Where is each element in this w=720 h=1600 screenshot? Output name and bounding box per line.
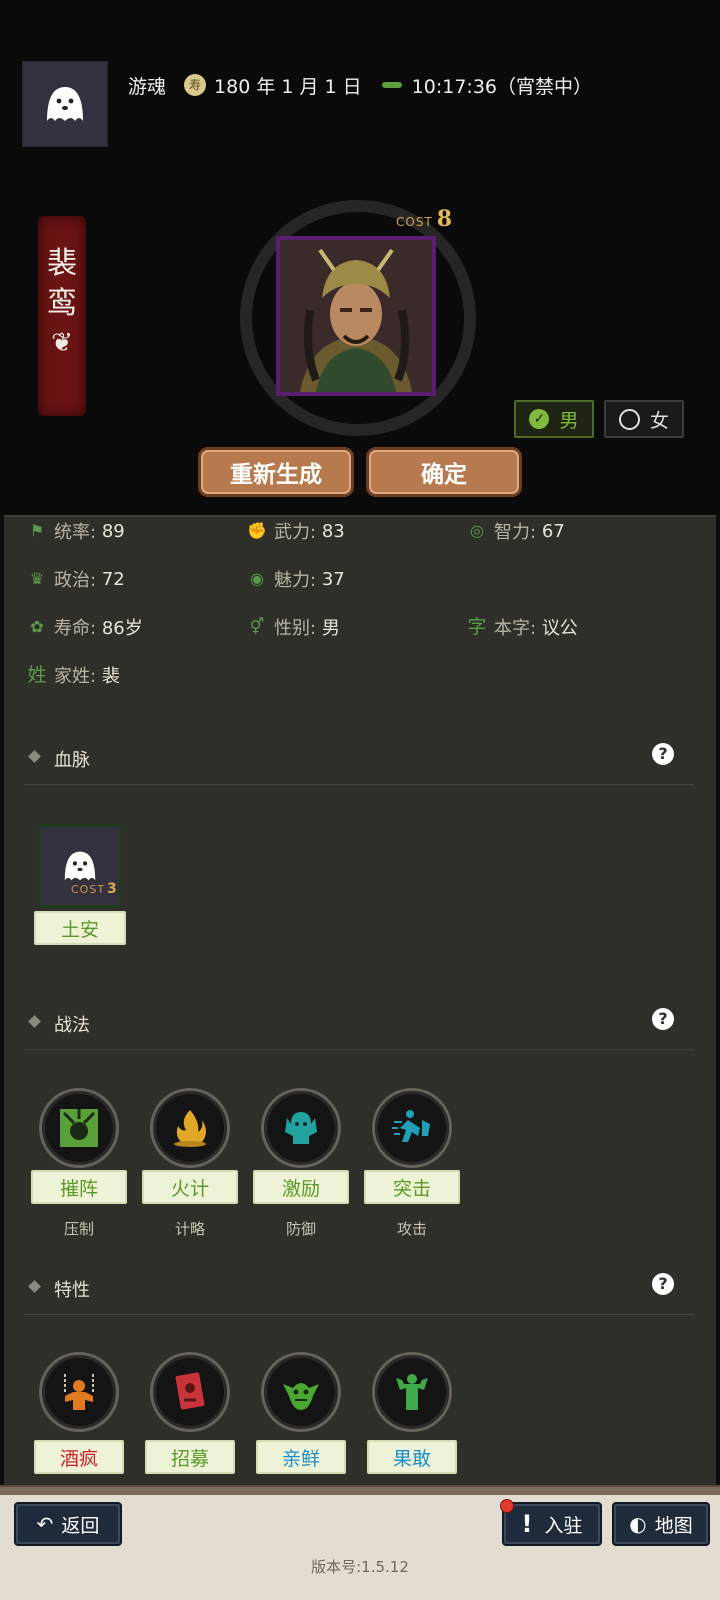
section-tactics: 战法 ? [24,999,694,1050]
ghost-avatar-icon [47,87,83,121]
notification-dot [500,1499,514,1513]
trait-icon-qinxian[interactable] [261,1352,341,1432]
tactic-type-tuji: 攻击 [396,1220,427,1238]
gender-male-button[interactable]: ✓ 男 [514,400,594,438]
stat-benzi: 字 本字: 议公 [467,616,578,639]
flag-icon: ⚑ [29,521,45,540]
map-button[interactable]: ◐ 地图 [612,1502,710,1546]
help-icon[interactable]: ? [652,1273,674,1295]
confirm-button[interactable]: 确定 [366,447,522,497]
stat-jiaxing: 姓 家姓: 裴 [27,664,120,687]
diamond-icon [28,750,41,763]
section-traits-title: 特性 [54,1280,90,1301]
header-info: 游魂 寿 180 年 1 月 1 日 10:17:36（宵禁中） [128,70,592,100]
map-icon: ◐ [629,1512,647,1536]
seal-icon: 寿 [184,74,207,96]
back-button[interactable]: ↶ 返回 [14,1502,122,1546]
section-bloodline-title: 血脉 [54,750,90,771]
strongman-icon [396,1374,428,1410]
tactic-icon-huoji[interactable] [150,1088,230,1168]
gender-female-button[interactable]: 女 [604,400,684,438]
trait-tag-qinxian[interactable]: 亲鲜 [256,1440,346,1474]
tactic-tag-jili[interactable]: 激励 [253,1170,349,1204]
name-char-2: 鸾 [47,286,77,321]
chained-prisoner-icon [64,1374,94,1410]
trait-tag-zhaomu[interactable]: 招募 [145,1440,235,1474]
goblin-face-icon [283,1383,319,1410]
diamond-icon [28,1280,41,1293]
fire-icon [174,1110,206,1147]
tactic-type-huoji: 计略 [174,1220,205,1238]
stat-xingbie: ⚥ 性别: 男 [246,614,340,640]
section-traits: 特性 ? [24,1264,694,1315]
stat-zhili: ◎ 智力: 67 [466,518,565,544]
surname-icon: 姓 [27,664,47,686]
tactic-tag-cuizhen[interactable]: 摧阵 [31,1170,127,1204]
general-portrait-icon [280,240,432,392]
ant-icon [380,79,404,91]
tactic-type-cuizhen: 压制 [63,1220,94,1238]
help-icon[interactable]: ? [652,743,674,765]
version-label: 版本号:1.5.12 [311,1558,409,1576]
diamond-icon [28,1015,41,1028]
trait-tag-jiufeng[interactable]: 酒疯 [34,1440,124,1474]
brain-icon: ◎ [470,521,484,540]
trait-icon-jiufeng[interactable] [39,1352,119,1432]
rally-icon [285,1112,317,1144]
bloodline-name-tag[interactable]: 土安 [34,911,126,945]
bloodline-cost: COST 3 [71,881,118,897]
tactic-icon-jili[interactable] [261,1088,341,1168]
stat-meili: ◉ 魅力: 37 [246,566,345,592]
back-arrow-icon: ↶ [36,1512,54,1536]
crown-icon: ♛ [29,569,45,588]
character-portrait[interactable] [276,236,436,396]
stat-zhengzhi: ♛ 政治: 72 [26,566,125,592]
name-char-1: 裴 [47,246,77,281]
stat-wuli: ✊ 武力: 83 [247,520,345,544]
tactic-icon-cuizhen[interactable] [39,1088,119,1168]
trait-icon-zhaomu[interactable] [150,1352,230,1432]
bottom-rail [0,1485,720,1495]
game-time: 10:17:36（宵禁中） [411,75,592,98]
recruit-scroll-icon [175,1372,205,1410]
ghost-avatar-icon [64,851,96,881]
bloodline-card[interactable]: COST 3 [38,824,122,908]
character-cost: COST 8 [396,206,454,232]
character-name-banner[interactable]: 裴 鸾 ❦ [38,216,86,416]
regenerate-button[interactable]: 重新生成 [198,447,354,497]
tactic-tag-tuji[interactable]: 突击 [364,1170,460,1204]
radio-unchecked-icon [618,408,640,430]
stat-tongshuai: ⚑ 统率: 89 [26,518,125,544]
shatter-formation-icon [60,1109,98,1147]
trait-icon-guogan[interactable] [372,1352,452,1432]
player-avatar[interactable] [22,61,108,147]
tactic-icon-tuji[interactable] [372,1088,452,1168]
tactic-tag-huoji[interactable]: 火计 [142,1170,238,1204]
exclamation-icon: ! [521,1510,533,1538]
charge-icon [392,1110,430,1142]
courtesy-name-icon: 字 [467,616,487,638]
eye-icon: ◉ [250,569,264,588]
longevity-icon: ✿ [30,617,44,636]
stay-button[interactable]: ! 入驻 [502,1502,602,1546]
help-icon[interactable]: ? [652,1008,674,1030]
feather-icon: ❦ [51,328,73,358]
game-date: 180 年 1 月 1 日 [214,75,362,98]
check-icon: ✓ [529,409,550,429]
character-cost-value: 8 [436,206,454,232]
stat-shouming: ✿ 寿命: 86岁 [26,614,142,640]
section-tactics-title: 战法 [54,1015,90,1036]
arm-icon: ✊ [247,521,267,540]
player-name: 游魂 [128,75,167,98]
trait-tag-guogan[interactable]: 果敢 [367,1440,457,1474]
gender-icon: ⚥ [249,617,265,636]
tactic-type-jili: 防御 [285,1220,316,1238]
section-bloodline: 血脉 ? [24,734,694,785]
